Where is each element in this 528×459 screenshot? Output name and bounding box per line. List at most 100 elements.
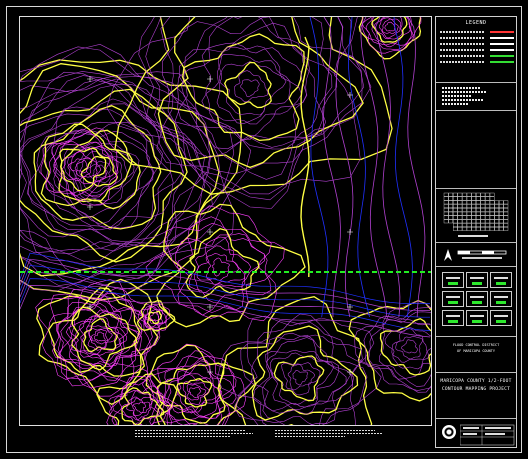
contour-line	[176, 378, 213, 408]
index-grid-cell	[443, 211, 449, 216]
legend-label	[440, 37, 484, 39]
legend-row	[440, 61, 514, 64]
title-panel: LEGEND FLOOD CONTROL DISTRICT OF MARICOP…	[435, 16, 517, 448]
index-grid-cell	[494, 211, 499, 216]
contour-line	[20, 278, 431, 331]
index-grid-cell	[503, 219, 509, 224]
index-grid-cell	[453, 200, 458, 205]
index-grid-cell	[471, 227, 476, 231]
contour-line	[201, 42, 308, 140]
index-grid-cell	[466, 196, 472, 201]
road-edge-line	[300, 36, 310, 278]
note-line	[442, 103, 468, 105]
index-grid-cell	[462, 219, 467, 224]
index-grid-cell	[453, 215, 458, 220]
index-grid-cell	[494, 208, 499, 212]
index-grid-cell	[466, 204, 472, 208]
index-grid-cell	[443, 208, 449, 212]
index-grid-cell	[503, 227, 509, 231]
index-grid-cell	[494, 215, 499, 220]
index-grid-cell	[471, 208, 476, 212]
adjoining-sheet-cell	[490, 291, 512, 307]
index-grid-cell	[480, 211, 486, 216]
index-grid-cell	[489, 223, 495, 228]
index-grid-cell	[462, 211, 467, 216]
index-grid-cell	[480, 227, 486, 231]
index-grid-cell	[466, 227, 472, 231]
contour-line	[33, 105, 162, 230]
index-grid-cell	[494, 223, 499, 228]
index-grid-cell	[476, 204, 481, 208]
index-grid-cell	[462, 227, 467, 231]
index-grid-cell	[457, 227, 463, 231]
index-grid-cell	[499, 211, 504, 216]
index-grid-cell	[443, 219, 449, 224]
index-grid-cell	[499, 204, 504, 208]
legend-row	[440, 49, 514, 52]
index-grid-cell	[485, 219, 490, 224]
adjoining-sheet-cell	[442, 310, 464, 326]
blank-section	[436, 111, 516, 189]
index-grid-cell	[503, 211, 509, 216]
index-grid-cell	[494, 200, 499, 205]
index-grid-cell	[457, 200, 463, 205]
notes-section	[436, 83, 516, 111]
contour-line	[20, 71, 213, 262]
index-grid-cell	[471, 192, 476, 197]
index-grid-cell	[443, 215, 449, 220]
scale-section	[436, 243, 516, 267]
index-grid-cell	[494, 227, 499, 231]
index-grid-cell	[453, 227, 458, 231]
index-grid-cell	[499, 219, 504, 224]
index-grid-cell	[471, 196, 476, 201]
contour-map-viewport[interactable]	[19, 16, 432, 426]
index-grid-cell	[476, 192, 481, 197]
index-grid-cell	[448, 211, 454, 216]
adjoining-sheet-cell	[466, 272, 488, 288]
index-grid-cell	[476, 196, 481, 201]
legend-label	[440, 55, 484, 57]
index-grid-cell	[489, 227, 495, 231]
legend-title: LEGEND	[465, 20, 487, 26]
index-grid-cell	[485, 200, 490, 205]
index-grid-cell	[448, 200, 454, 205]
index-grid-cell	[448, 196, 454, 201]
legend-row	[440, 31, 514, 34]
legend-row	[440, 37, 514, 40]
index-grid-cell	[494, 219, 499, 224]
index-grid-cell	[499, 227, 504, 231]
index-grid-cell	[480, 196, 486, 201]
agency-line-2: OF MARICOPA COUNTY	[457, 349, 495, 353]
adjoining-sheet-cell	[490, 272, 512, 288]
index-grid-cell	[466, 219, 472, 224]
index-grid-cell	[489, 204, 495, 208]
contour-line	[176, 216, 272, 316]
contour-line	[287, 364, 316, 391]
index-grid-cell	[457, 204, 463, 208]
index-grid-cell	[471, 211, 476, 216]
contour-line	[378, 315, 431, 380]
map-footer-credits	[275, 428, 385, 440]
contour-line	[401, 339, 418, 354]
contour-line	[234, 70, 269, 103]
legend-section: LEGEND	[436, 17, 516, 83]
contour-line	[66, 145, 135, 202]
index-grid-cell	[485, 227, 490, 231]
project-section: MARICOPA COUNTY 1/2-FOOT CONTOUR MAPPING…	[436, 373, 516, 419]
index-grid-cell	[499, 208, 504, 212]
index-grid-cell	[503, 223, 509, 228]
index-grid-cell	[462, 192, 467, 197]
index-grid-cell	[462, 200, 467, 205]
index-grid-cell	[443, 196, 449, 201]
index-grid-cell	[453, 192, 458, 197]
index-grid-cell	[443, 200, 449, 205]
crosshair-icon	[347, 229, 353, 235]
contour-line	[218, 61, 287, 116]
legend-label	[440, 31, 484, 33]
index-grid-cell	[466, 192, 472, 197]
index-grid-cell	[453, 219, 458, 224]
index-grid-cell	[476, 223, 481, 228]
index-grid-cell	[448, 215, 454, 220]
index-grid-cell	[476, 200, 481, 205]
contour-line	[90, 329, 109, 345]
